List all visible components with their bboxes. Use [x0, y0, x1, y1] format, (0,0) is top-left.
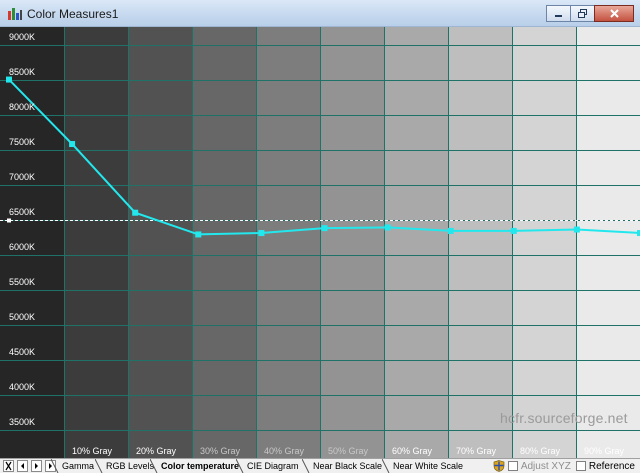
x-tick-label: 30% Gray: [200, 446, 241, 456]
gray-band: [448, 27, 513, 458]
data-point: [258, 230, 265, 237]
data-point: [321, 225, 328, 232]
x-tick-label: 10% Gray: [72, 446, 113, 456]
tab-color-temperature[interactable]: Color temperature: [157, 459, 243, 473]
gray-band: [256, 27, 321, 458]
data-point: [447, 227, 454, 234]
chart-svg: [0, 27, 640, 458]
data-point: [69, 141, 76, 148]
color-temperature-chart[interactable]: 3500K 4000K 4500K 5000K 5500K 6000K 6500K 7000K…: [0, 27, 640, 458]
gray-band: [576, 27, 640, 458]
restore-icon: [578, 9, 587, 18]
chart-bars-icon: [8, 8, 22, 20]
sheet-tab-bar: Gamma RGB Levels Color temperature CIE Diag…: [0, 458, 640, 473]
x-tick-label: 90% Gray: [584, 446, 625, 456]
y-tick-label: 3500K: [9, 416, 36, 427]
close-button[interactable]: [594, 5, 634, 22]
reference-checkbox[interactable]: Reference: [575, 460, 635, 472]
close-icon: [609, 9, 619, 18]
x-tick-label: 40% Gray: [264, 446, 305, 456]
y-tick-label: 4500K: [9, 346, 36, 357]
y-tick-label: 6500K: [9, 206, 36, 217]
y-tick-label: 8000K: [9, 101, 36, 112]
adjust-xyz-label: Adjust XYZ: [520, 460, 571, 472]
gray-band: [192, 27, 257, 458]
tab-near-white-scale[interactable]: Near White Scale: [389, 459, 467, 473]
y-tick-label: 9000K: [9, 31, 36, 42]
tab-separator: [236, 459, 244, 473]
y-tick-label: 5500K: [9, 276, 36, 287]
gray-band: [384, 27, 449, 458]
data-point: [6, 76, 12, 83]
x-tick-label: 80% Gray: [520, 446, 561, 456]
x-tick-label: 20% Gray: [136, 446, 177, 456]
title-bar[interactable]: Color Measures1: [0, 0, 640, 27]
gray-band: [64, 27, 129, 458]
tab-separator: [150, 459, 158, 473]
tab-separator: [51, 459, 59, 473]
tab-near-black-scale[interactable]: Near Black Scale: [309, 459, 386, 473]
data-point: [510, 227, 517, 234]
tab-separator: [302, 459, 310, 473]
reference-marker: [7, 218, 11, 223]
window-title: Color Measures1: [27, 7, 119, 21]
right-arrow-icon: [35, 463, 38, 469]
y-tick-label: 4000K: [9, 381, 36, 392]
adjust-xyz-box[interactable]: [507, 461, 518, 471]
tab-separator: [382, 459, 390, 473]
adjust-xyz-checkbox[interactable]: Adjust XYZ: [507, 460, 571, 472]
minimize-icon: [555, 15, 562, 17]
next-tab-button[interactable]: [31, 460, 42, 472]
data-point: [384, 224, 391, 231]
y-tick-label: 8500K: [9, 66, 36, 77]
gray-band: [128, 27, 193, 458]
y-tick-label: 7500K: [9, 136, 36, 147]
window-controls: [546, 5, 634, 22]
tab-gamma[interactable]: Gamma: [58, 459, 98, 473]
bottom-options: Adjust XYZ Reference: [493, 459, 640, 473]
reference-label: Reference: [588, 460, 635, 472]
minimize-button[interactable]: [546, 5, 571, 22]
y-tick-label: 7000K: [9, 171, 36, 182]
data-point: [132, 209, 139, 216]
shield-icon: [493, 460, 505, 472]
gray-band: [320, 27, 385, 458]
reference-box[interactable]: [575, 461, 586, 471]
tab-cie-diagram[interactable]: CIE Diagram: [243, 459, 303, 473]
y-tick-label: 5000K: [9, 311, 36, 322]
left-arrow-icon: [21, 463, 24, 469]
restore-button[interactable]: [570, 5, 595, 22]
first-tab-button[interactable]: [3, 460, 14, 472]
data-point: [195, 231, 202, 238]
first-arrow-icon: [5, 461, 12, 471]
x-tick-label: 70% Gray: [456, 446, 497, 456]
gray-band: [512, 27, 577, 458]
tab-separator: [95, 459, 103, 473]
prev-tab-button[interactable]: [17, 460, 28, 472]
x-tick-label: 60% Gray: [392, 446, 433, 456]
y-tick-label: 6000K: [9, 241, 36, 252]
data-point: [573, 226, 580, 233]
watermark: hcfr.sourceforge.net: [500, 410, 628, 426]
x-tick-label: 50% Gray: [328, 446, 369, 456]
